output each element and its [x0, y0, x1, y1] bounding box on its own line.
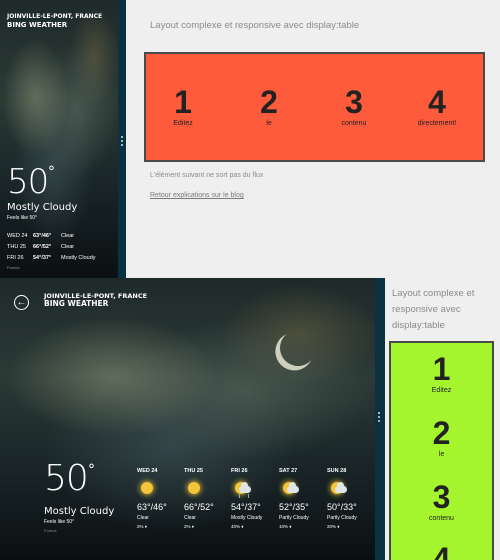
cell-number: 4	[432, 541, 451, 560]
cell-number: 2	[260, 84, 278, 120]
splitter-grip-icon[interactable]	[378, 412, 380, 422]
browser-page-wide: Layout complexe et responsive avec displ…	[126, 0, 500, 278]
current-condition: Mostly Cloudy	[7, 202, 78, 213]
forecast-day: WED 24	[7, 232, 28, 239]
cell-label: directement!	[417, 120, 457, 127]
location-header: JOINVILLE-LE-PONT, FRANCE BING WEATHER	[7, 13, 103, 29]
current-temperature: 50	[7, 162, 49, 202]
cell-label: contenu	[341, 120, 367, 127]
feels-like: Feels like 50°	[7, 215, 38, 221]
forecast-condition: Clear	[61, 243, 75, 250]
forecast-list: WED 24 63°/46° Clear THU 25 66°/52° Clea…	[7, 230, 113, 263]
back-arrow-icon[interactable]: ←	[14, 295, 29, 310]
current-condition: Mostly Cloudy	[44, 506, 115, 517]
cell-number: 3	[432, 479, 451, 515]
page-title: Layout complexe et responsive avec displ…	[392, 288, 475, 331]
forecast-condition: Mostly Cloudy	[61, 254, 96, 261]
forecast-condition: Clear	[61, 232, 75, 239]
table-cell[interactable]: 3 contenu	[319, 84, 389, 127]
splitter-grip-icon[interactable]	[121, 136, 123, 146]
forecast-day: FRI 26	[7, 254, 24, 261]
cell-label: le	[266, 120, 272, 127]
cell-label: le	[438, 451, 445, 458]
forecast-temps: 54°/37°	[33, 254, 52, 261]
forecast-temps: 66°/52°	[33, 243, 52, 250]
table-cell[interactable]: 2 le	[234, 84, 304, 127]
feels-like: Feels like 50°	[44, 519, 75, 525]
cell-label: Editez	[173, 120, 193, 127]
cell-label: contenu	[429, 515, 454, 522]
weather-app-snapped: JOINVILLE-LE-PONT, FRANCE BING WEATHER 5…	[0, 0, 118, 278]
forecast-temps: 63°/46°	[33, 232, 52, 239]
app-name: BING WEATHER	[44, 299, 109, 309]
location-name: JOINVILLE-LE-PONT, FRANCE	[7, 13, 103, 20]
table-cell[interactable]: 3 contenu	[391, 479, 492, 522]
cell-number: 1	[432, 351, 451, 387]
browser-page-narrow: Layout complexe et responsive avec displ…	[385, 278, 500, 560]
cell-number: 4	[428, 84, 446, 120]
table-cell[interactable]: 2 le	[391, 415, 492, 458]
data-provider: Foreca	[44, 528, 57, 533]
flow-note: L'élément suivant ne sort pas du flux	[150, 172, 264, 179]
data-provider: Foreca	[7, 265, 20, 270]
forecast-day: THU 25	[7, 243, 26, 250]
snap-splitter[interactable]	[118, 0, 126, 278]
cell-number: 1	[174, 84, 192, 120]
table-cell[interactable]: 4 directement!	[402, 84, 472, 127]
table-cell[interactable]: 4	[391, 541, 492, 560]
table-layout-box: 1 Editez 2 le 3 contenu 4 directement!	[144, 52, 485, 162]
cell-number: 3	[345, 84, 363, 120]
cell-number: 2	[432, 415, 451, 451]
degree-symbol: °	[88, 462, 95, 478]
degree-symbol: °	[48, 164, 55, 180]
table-layout-box: 1 Editez 2 le 3 contenu 4	[389, 341, 494, 560]
current-temperature: 50	[44, 458, 89, 499]
location-header: JOINVILLE-LE-PONT, FRANCE BING WEATHER	[44, 292, 147, 309]
table-cell[interactable]: 1 Editez	[148, 84, 218, 127]
forecast-row[interactable]: THU 25 66°/52° Clear	[7, 241, 113, 252]
snap-splitter[interactable]	[375, 278, 385, 560]
page-title: Layout complexe et responsive avec displ…	[150, 20, 360, 31]
forecast-row[interactable]: WED 24 63°/46° Clear	[7, 230, 113, 241]
back-to-blog-link[interactable]: Retour explications sur le blog	[150, 192, 244, 199]
cell-label: Editez	[431, 387, 452, 394]
app-name: BING WEATHER	[7, 20, 68, 29]
forecast-row[interactable]: FRI 26 54°/37° Mostly Cloudy	[7, 252, 113, 263]
table-cell[interactable]: 1 Editez	[391, 351, 492, 394]
